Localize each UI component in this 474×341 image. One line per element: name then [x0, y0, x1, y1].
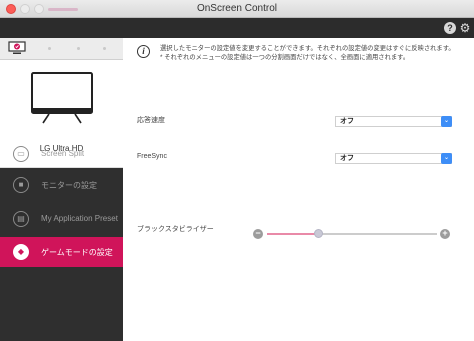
black-stabilizer-slider[interactable]: [267, 229, 437, 238]
app-preset-icon: ▤: [13, 211, 29, 227]
response-time-value: オフ: [340, 118, 354, 125]
gamepad-icon: ◆: [13, 244, 29, 260]
monitor-settings-icon: ■: [13, 177, 29, 193]
sidebar-item-app-preset[interactable]: ▤ My Application Preset: [0, 204, 123, 234]
gear-icon[interactable]: ⚙: [459, 22, 471, 34]
main-panel: i 選択したモニターの設定値を変更することができます。それぞれの設定値の変更はす…: [123, 38, 474, 341]
info-text: 選択したモニターの設定値を変更することができます。それぞれの設定値の変更はすぐに…: [160, 44, 470, 62]
chevron-down-icon: ⌄: [441, 153, 452, 164]
sidebar-item-screen-split[interactable]: ▭ Screen Split: [0, 139, 123, 169]
black-stabilizer-thumb[interactable]: [314, 229, 323, 238]
chevron-down-icon: ⌄: [441, 116, 452, 127]
window-title: OnScreen Control: [196, 3, 278, 14]
response-time-label: 応答速度: [137, 117, 165, 124]
sidebar-item-game-mode[interactable]: ◆ ゲームモードの設定: [0, 237, 123, 267]
monitor-tabs: [0, 38, 123, 60]
black-stabilizer-decrease-button[interactable]: −: [253, 229, 263, 239]
monitor-preview-icon: [31, 72, 93, 124]
app-window: OnScreen Control ? ⚙ LG Ultra HD ▭ Scree…: [0, 0, 474, 341]
sidebar-item-label: Screen Split: [41, 149, 85, 158]
monitor-slot-dot[interactable]: [48, 47, 51, 50]
help-button[interactable]: ?: [444, 22, 456, 34]
freesync-label: FreeSync: [137, 153, 167, 160]
top-toolbar: ? ⚙: [0, 18, 474, 38]
info-line: 選択したモニターの設定値を変更することができます。それぞれの設定値の変更はすぐに…: [160, 45, 455, 52]
monitor-slot-dot[interactable]: [103, 47, 106, 50]
title-bar: OnScreen Control: [0, 0, 474, 18]
sidebar: LG Ultra HD ▭ Screen Split ■ モニターの設定 ▤ M…: [0, 38, 123, 341]
info-note: * それぞれのメニューの設定値は一つの分割画面だけではなく、全画面に適用されます…: [160, 54, 410, 61]
sidebar-item-label: My Application Preset: [41, 214, 118, 223]
black-stabilizer-label: ブラックスタビライザー: [137, 226, 214, 233]
monitor-slot-dot[interactable]: [77, 47, 80, 50]
freesync-value: オフ: [340, 155, 354, 162]
sidebar-item-label: ゲームモードの設定: [41, 248, 113, 257]
response-time-select[interactable]: オフ ⌄: [335, 116, 452, 127]
freesync-select[interactable]: オフ ⌄: [335, 153, 452, 164]
sidebar-item-label: モニターの設定: [41, 181, 97, 190]
info-icon: i: [137, 45, 150, 58]
black-stabilizer-increase-button[interactable]: +: [440, 229, 450, 239]
screen-split-icon: ▭: [13, 146, 29, 162]
black-stabilizer-fill: [267, 233, 318, 235]
sidebar-item-monitor-settings[interactable]: ■ モニターの設定: [0, 170, 123, 200]
selected-monitor-icon[interactable]: [8, 41, 26, 55]
